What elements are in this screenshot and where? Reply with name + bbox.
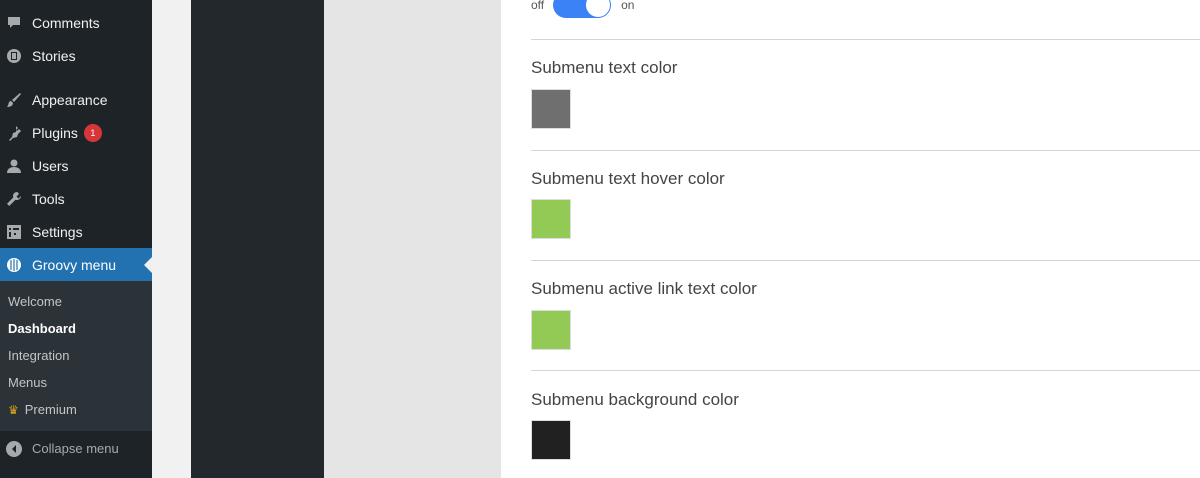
submenu-item-label: Integration [8, 348, 70, 363]
sidebar-item-groovy-menu[interactable]: Groovy menu [0, 248, 152, 281]
sidebar-item-label: Users [32, 157, 69, 174]
crown-icon: ♛ [8, 402, 19, 417]
groovy-submenu: Welcome Dashboard Integration Menus ♛ Pre… [0, 281, 152, 431]
submenu-item-dashboard[interactable]: Dashboard [0, 315, 152, 342]
sidebar-item-label: Comments [32, 14, 100, 31]
option-label-submenu-text-color: Submenu text color [531, 58, 678, 77]
wrench-icon [6, 191, 22, 207]
toggle-off-label: off [531, 0, 545, 12]
settings-tabs-panel [324, 0, 501, 478]
color-swatch-submenu-text[interactable] [531, 89, 571, 129]
plugin-icon [6, 125, 22, 141]
sidebar-item-plugins[interactable]: Plugins 1 [0, 116, 152, 149]
settings-panel: off on Submenu text color Submenu text h… [501, 0, 1200, 478]
sidebar-item-label: Stories [32, 47, 76, 64]
admin-sidebar: Comments Stories Appearance Plugins 1 Us… [0, 0, 152, 478]
sidebar-item-label: Groovy menu [32, 256, 117, 273]
sidebar-item-comments[interactable]: Comments [0, 6, 152, 39]
submenu-item-label: Welcome [8, 294, 62, 309]
user-icon [6, 158, 22, 174]
comment-icon [6, 15, 22, 31]
settings-nav-panel [191, 0, 324, 478]
stories-icon [6, 48, 22, 64]
collapse-arrow-icon [6, 440, 22, 457]
submenu-item-welcome[interactable]: Welcome [0, 288, 152, 315]
collapse-menu-label: Collapse menu [32, 441, 119, 456]
toggle-knob [586, 0, 611, 17]
sidebar-item-stories[interactable]: Stories [0, 39, 152, 72]
toggle-switch[interactable] [553, 0, 612, 18]
collapse-menu-button[interactable]: Collapse menu [0, 432, 152, 465]
submenu-item-label: Premium [24, 402, 77, 417]
submenu-item-label: Dashboard [8, 321, 76, 336]
groovy-icon [6, 257, 22, 273]
divider [531, 260, 1200, 261]
option-label-submenu-background-color: Submenu background color [531, 390, 739, 409]
toggle-on-label: on [621, 0, 635, 12]
option-label-submenu-text-hover-color: Submenu text hover color [531, 169, 725, 188]
divider [531, 150, 1200, 151]
submenu-item-integration[interactable]: Integration [0, 342, 152, 369]
sidebar-item-users[interactable]: Users [0, 149, 152, 182]
color-swatch-submenu-background[interactable] [531, 420, 571, 460]
submenu-item-menus[interactable]: Menus [0, 369, 152, 396]
sidebar-item-label: Plugins [32, 124, 78, 141]
sidebar-item-label: Appearance [32, 91, 108, 108]
brush-icon [6, 92, 22, 108]
color-swatch-submenu-text-hover[interactable] [531, 199, 571, 239]
divider [531, 39, 1200, 40]
toggle-row: off on [531, 0, 634, 18]
option-label-submenu-active-link-text-color: Submenu active link text color [531, 279, 757, 298]
divider [531, 370, 1200, 371]
sidebar-item-appearance[interactable]: Appearance [0, 83, 152, 116]
sidebar-item-label: Tools [32, 190, 65, 207]
sidebar-item-label: Settings [32, 223, 83, 240]
sidebar-item-tools[interactable]: Tools [0, 182, 152, 215]
submenu-item-premium[interactable]: ♛ Premium [0, 396, 152, 423]
color-swatch-submenu-active-link-text[interactable] [531, 310, 571, 350]
update-count-badge: 1 [83, 123, 102, 142]
submenu-item-label: Menus [8, 375, 48, 390]
settings-icon [6, 224, 22, 240]
sidebar-item-settings[interactable]: Settings [0, 215, 152, 248]
content-gutter [152, 0, 191, 478]
